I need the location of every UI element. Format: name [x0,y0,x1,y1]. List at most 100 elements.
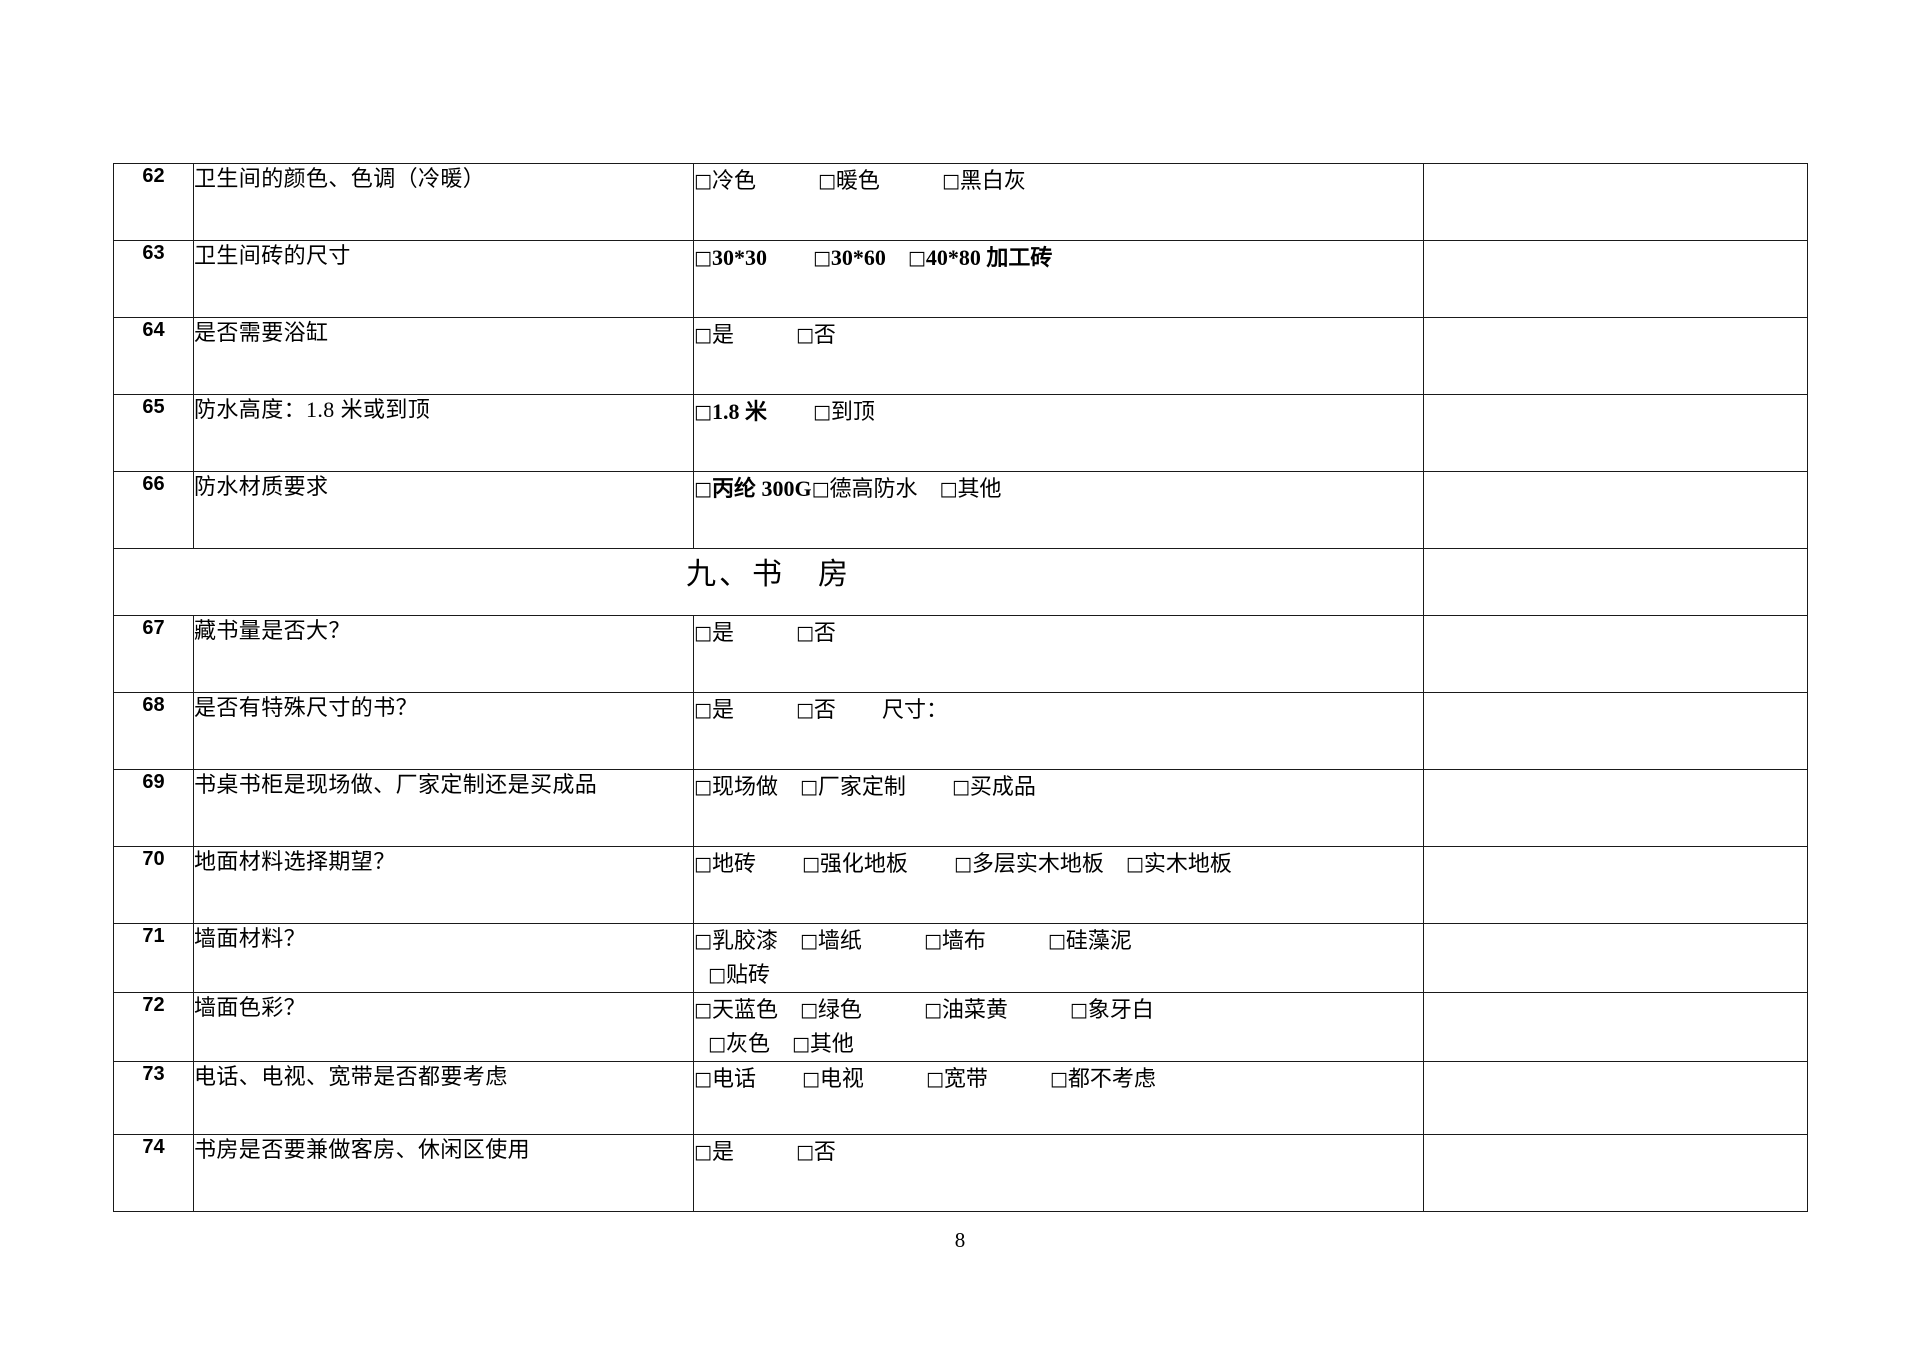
note-cell[interactable] [1423,240,1808,318]
option-checkbox[interactable]: □40*80 加工砖 [908,241,1052,275]
option-label: 多层实木地板 [971,851,1104,876]
checkbox-icon: □ [812,247,831,269]
note-cell[interactable] [1423,922,1808,994]
note-cell[interactable] [1423,615,1808,693]
question-text: 卫生间砖的尺寸 [193,240,694,318]
option-checkbox[interactable]: □德高防水 [812,472,918,506]
options-cell: □地砖 □强化地板 □多层实木地板 □实木地板 [693,846,1424,924]
questionnaire-table: 62 卫生间的颜色、色调（冷暖） □冷色 □暖色 □黑白灰 63 卫生间砖的尺寸 □30*30… [113,163,1808,1213]
note-cell[interactable] [1423,471,1808,549]
checkbox-icon: □ [795,699,814,721]
option-checkbox[interactable]: □电视 [802,1062,864,1096]
row-number: 73 [113,1061,194,1136]
checkbox-icon: □ [1047,930,1066,952]
option-checkbox[interactable]: □是 [694,693,734,727]
option-checkbox[interactable]: □买成品 [952,770,1036,804]
option-checkbox[interactable]: □油菜黄 [924,993,1008,1027]
option-checkbox[interactable]: □现场做 [694,770,778,804]
option-checkbox[interactable]: □墙纸 [800,924,862,958]
option-label: 地砖 [711,851,756,876]
table-row: 73 电话、电视、宽带是否都要考虑 □电话 □电视 □宽带 □都不考虑 [113,1061,1808,1136]
option-label: 宽带 [943,1066,988,1092]
note-cell[interactable] [1423,992,1808,1063]
note-cell[interactable] [1423,548,1808,616]
option-checkbox[interactable]: □天蓝色 [694,993,778,1027]
option-label: 是 [711,620,734,645]
option-label: 贴砖 [725,962,770,988]
option-label: 冷色 [711,168,756,193]
option-checkbox[interactable]: □冷色 [694,164,756,198]
checkbox-icon: □ [925,1068,944,1091]
checkbox-icon: □ [708,1033,726,1056]
options-cell: □天蓝色 □绿色 □油菜黄 □象牙白 □灰色 □其他 [693,992,1424,1063]
option-checkbox[interactable]: □否 [796,616,836,650]
note-cell[interactable] [1423,769,1808,847]
note-cell[interactable] [1423,394,1808,472]
checkbox-icon: □ [795,1141,814,1164]
note-cell[interactable] [1423,317,1808,395]
option-checkbox[interactable]: □黑白灰 [942,164,1026,198]
row-number: 69 [113,769,194,847]
checkbox-icon: □ [812,401,831,423]
row-number: 71 [113,922,194,994]
option-checkbox[interactable]: □否 [796,693,836,727]
table-row: 69 书桌书柜是现场做、厂家定制还是买成品 □现场做 □厂家定制 □买成品 [113,769,1808,847]
note-cell[interactable] [1423,692,1808,770]
checkbox-icon: □ [694,247,712,269]
table-row: 71 墙面材料？ □乳胶漆 □墙纸 □墙布 □硅藻泥 □贴砖 [113,922,1808,994]
option-checkbox[interactable]: □厂家定制 [800,770,906,804]
options-cell: □是 □否 [693,615,1424,693]
option-checkbox[interactable]: □是 [694,616,734,650]
note-cell[interactable] [1423,846,1808,924]
option-label: 30*60 [830,245,886,270]
question-text: 卫生间的颜色、色调（冷暖） [193,163,694,241]
row-number: 67 [113,615,194,693]
table-row: 66 防水材质要求 □丙纶 300G□德高防水 □其他 [113,471,1808,549]
option-checkbox[interactable]: □绿色 [800,993,862,1027]
table-row: 65 防水高度：1.8 米或到顶 □1.8 米 □到顶 [113,394,1808,472]
question-text: 藏书量是否大？ [193,615,694,693]
option-checkbox[interactable]: □否 [796,1135,836,1169]
option-checkbox[interactable]: □30*30 [694,241,767,275]
checkbox-icon: □ [923,930,942,952]
option-checkbox[interactable]: □强化地板 [802,847,908,881]
checkbox-icon: □ [694,853,712,875]
option-checkbox[interactable]: □硅藻泥 [1048,924,1132,958]
option-checkbox[interactable]: □是 [694,318,734,352]
option-checkbox[interactable]: □宽带 [926,1062,988,1096]
option-checkbox[interactable]: □象牙白 [1070,993,1154,1027]
note-cell[interactable] [1423,1134,1808,1213]
option-checkbox[interactable]: □1.8 米 [694,395,767,429]
checkbox-icon: □ [795,622,814,644]
table-row: 74 书房是否要兼做客房、休闲区使用 □是 □否 [113,1134,1808,1213]
option-line: □1.8 米 □到顶 [694,395,1423,429]
option-checkbox[interactable]: □实木地板 [1126,847,1232,881]
note-cell[interactable] [1423,1061,1808,1136]
option-line: □30*30 □30*60 □40*80 加工砖 [694,241,1423,275]
option-checkbox[interactable]: □墙布 [924,924,986,958]
row-number: 62 [113,163,194,241]
option-checkbox[interactable]: □否 [796,318,836,352]
option-checkbox[interactable]: □到顶 [813,395,875,429]
option-checkbox[interactable]: □都不考虑 [1050,1062,1156,1096]
option-checkbox[interactable]: □丙纶 300G [694,472,812,506]
option-checkbox[interactable]: □是 [694,1135,734,1169]
option-checkbox[interactable]: □其他 [940,472,1002,506]
option-checkbox[interactable]: □30*60 [813,241,886,275]
option-checkbox[interactable]: □电话 [694,1062,756,1096]
options-cell: □30*30 □30*60 □40*80 加工砖 [693,240,1424,318]
option-label: 是 [711,1139,734,1165]
question-text: 电话、电视、宽带是否都要考虑 [193,1061,694,1136]
option-checkbox[interactable]: □其他 [792,1027,854,1061]
option-checkbox[interactable]: □灰色 [708,1027,770,1061]
option-checkbox[interactable]: □暖色 [818,164,880,198]
option-checkbox[interactable]: □贴砖 [708,958,770,992]
option-checkbox[interactable]: □多层实木地板 [954,847,1104,881]
option-label: 油菜黄 [941,997,1008,1023]
table-row: 68 是否有特殊尺寸的书？ □是 □否 尺寸： [113,692,1808,770]
checkbox-icon: □ [801,853,820,875]
option-line: □乳胶漆 □墙纸 □墙布 □硅藻泥 [694,924,1423,958]
option-checkbox[interactable]: □乳胶漆 [694,924,778,958]
note-cell[interactable] [1423,163,1808,241]
option-checkbox[interactable]: □地砖 [694,847,756,881]
